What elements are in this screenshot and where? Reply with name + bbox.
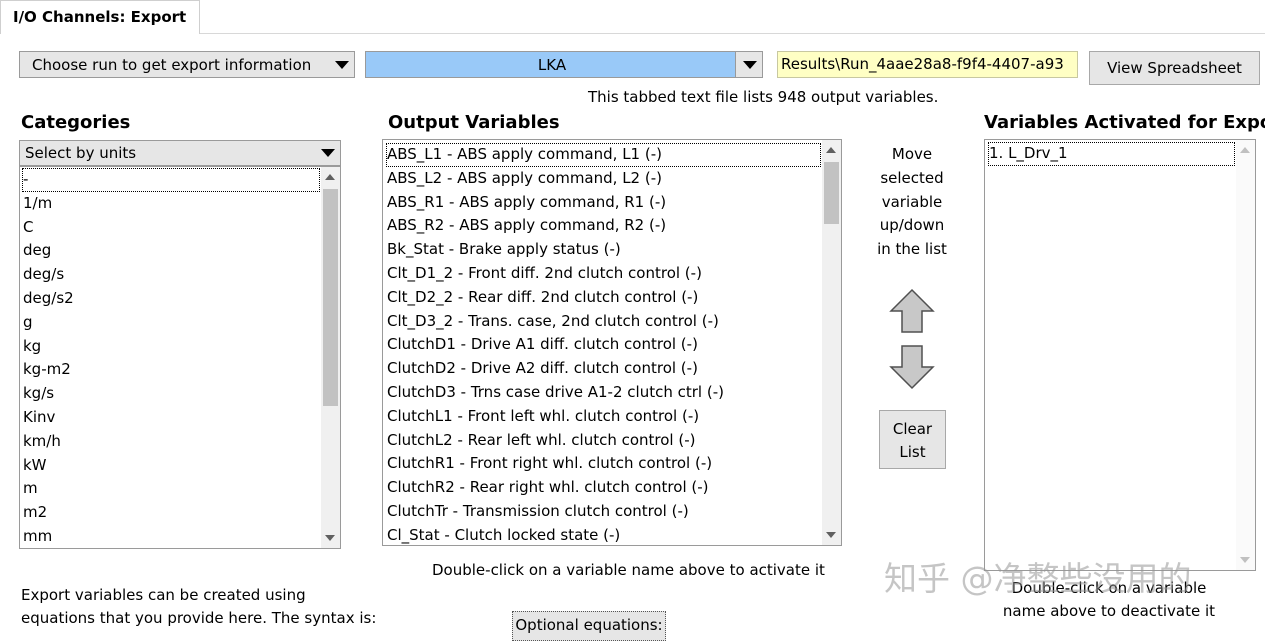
scroll-thumb[interactable] xyxy=(824,162,839,224)
activated-variables-list[interactable]: 1. L_Drv_1 xyxy=(984,139,1256,571)
run-name-dropdown[interactable]: LKA xyxy=(365,51,763,78)
move-text-line: variable xyxy=(881,192,943,211)
output-variable-item[interactable]: ClutchL2 - Rear left whl. clutch control… xyxy=(386,429,821,453)
category-item[interactable]: deg/s xyxy=(22,263,320,287)
output-variable-item[interactable]: ClutchL1 - Front left whl. clutch contro… xyxy=(386,405,821,429)
move-text-line: selected xyxy=(880,168,944,187)
output-variable-item[interactable]: ClutchD1 - Drive A1 diff. clutch control… xyxy=(386,333,821,357)
view-spreadsheet-button[interactable]: View Spreadsheet xyxy=(1089,51,1260,85)
category-item[interactable]: km/h xyxy=(22,430,320,454)
clear-list-label-line1: Clear xyxy=(892,420,933,438)
scroll-thumb[interactable] xyxy=(323,189,338,406)
category-item[interactable]: mm xyxy=(22,525,320,548)
chevron-down-icon xyxy=(328,52,354,77)
chevron-down-icon xyxy=(314,141,340,166)
category-item[interactable]: kg/s xyxy=(22,382,320,406)
output-variable-item[interactable]: ClutchD2 - Drive A2 diff. clutch control… xyxy=(386,357,821,381)
equations-description: Export variables can be created using eq… xyxy=(21,584,376,630)
output-variable-item[interactable]: ClutchTr - Transmission clutch control (… xyxy=(386,500,821,524)
info-text: This tabbed text file lists 948 output v… xyxy=(588,88,939,106)
tab-io-channels-export[interactable]: I/O Channels: Export xyxy=(0,0,200,34)
output-variable-item[interactable]: Bk_Stat - Brake apply status (-) xyxy=(386,238,821,262)
scroll-down-arrow-icon[interactable] xyxy=(325,535,335,541)
move-text-line: up/down xyxy=(879,216,945,235)
category-item[interactable]: kg-m2 xyxy=(22,358,320,382)
output-variable-item[interactable]: ABS_R1 - ABS apply command, R1 (-) xyxy=(386,191,821,215)
clear-list-label-line2: List xyxy=(899,443,926,461)
scroll-down-arrow-icon[interactable] xyxy=(826,532,836,538)
select-by-units-dropdown[interactable]: Select by units xyxy=(19,140,341,166)
categories-heading: Categories xyxy=(21,112,131,133)
category-item[interactable]: kg xyxy=(22,335,320,359)
activated-variables-heading: Variables Activated for Export xyxy=(984,112,1265,133)
output-variable-item[interactable]: ABS_L2 - ABS apply command, L2 (-) xyxy=(386,167,821,191)
run-select-dropdown[interactable]: Choose run to get export information xyxy=(19,51,355,78)
results-path-field[interactable]: Results\Run_4aae28a8-f9f4-4407-a93 xyxy=(777,51,1078,78)
output-variable-item[interactable]: ClutchR2 - Rear right whl. clutch contro… xyxy=(386,476,821,500)
output-variable-item[interactable]: Clt_D1_2 - Front diff. 2nd clutch contro… xyxy=(386,262,821,286)
select-by-units-value: Select by units xyxy=(25,144,137,162)
categories-scrollbar[interactable] xyxy=(321,167,340,548)
category-item[interactable]: m2 xyxy=(22,501,320,525)
category-item[interactable]: deg/s2 xyxy=(22,287,320,311)
run-name-value: LKA xyxy=(537,56,567,74)
output-variable-item[interactable]: Clt_D2_2 - Rear diff. 2nd clutch control… xyxy=(386,286,821,310)
move-text-line: Move xyxy=(891,145,933,163)
category-item[interactable]: - xyxy=(22,168,320,192)
category-item[interactable]: Kinv xyxy=(22,406,320,430)
scroll-up-arrow-icon[interactable] xyxy=(325,174,335,180)
optional-equations-button[interactable]: Optional equations: xyxy=(512,611,666,641)
scroll-up-arrow-icon[interactable] xyxy=(1240,147,1250,153)
category-item[interactable]: m xyxy=(22,477,320,501)
move-text-line: in the list xyxy=(877,240,947,259)
categories-list[interactable]: -1/m Cdeg deg/s deg/s2 g kg kg-m2 kg/s Kinv km/h k… xyxy=(19,166,341,549)
category-item[interactable]: 1/m xyxy=(22,192,320,216)
output-variable-item[interactable]: ABS_L1 - ABS apply command, L1 (-) xyxy=(386,143,821,167)
activated-variable-item[interactable]: 1. L_Drv_1 xyxy=(988,142,1235,166)
output-variables-heading: Output Variables xyxy=(388,112,560,133)
activated-hint-line2: name above to deactivate it xyxy=(1002,602,1216,620)
output-variable-item[interactable]: ClutchR1 - Front right whl. clutch contr… xyxy=(386,452,821,476)
output-variables-list[interactable]: ABS_L1 - ABS apply command, L1 (-) ABS_L2… xyxy=(382,139,842,546)
equations-text-line2: equations that you provide here. The syn… xyxy=(21,609,377,627)
category-item[interactable]: deg xyxy=(22,239,320,263)
run-select-value: Choose run to get export information xyxy=(32,56,312,74)
equations-text-line1: Export variables can be created using xyxy=(21,586,306,604)
scroll-up-arrow-icon[interactable] xyxy=(826,147,836,153)
chevron-down-icon xyxy=(735,52,762,77)
category-item[interactable]: g xyxy=(22,311,320,335)
output-variables-scrollbar[interactable] xyxy=(822,140,841,545)
output-variable-item[interactable]: Clt_D3_2 - Trans. case, 2nd clutch contr… xyxy=(386,310,821,334)
move-instructions: Move selected variable up/down in the li… xyxy=(862,143,962,262)
output-variables-hint: Double-click on a variable name above to… xyxy=(432,561,825,579)
output-variable-item[interactable]: ClutchD3 - Trns case drive A1-2 clutch c… xyxy=(386,381,821,405)
output-variable-item[interactable]: Cl_Stat - Clutch locked state (-) xyxy=(386,524,821,545)
category-item[interactable]: C xyxy=(22,216,320,240)
clear-list-button[interactable]: Clear List xyxy=(879,410,946,469)
activated-variables-scrollbar[interactable] xyxy=(1236,140,1255,570)
move-down-arrow-icon[interactable] xyxy=(889,344,935,390)
category-item[interactable]: kW xyxy=(22,454,320,478)
output-variable-item[interactable]: ABS_R2 - ABS apply command, R2 (-) xyxy=(386,214,821,238)
scroll-down-arrow-icon[interactable] xyxy=(1240,557,1250,563)
watermark-text: 知乎 @净整些没用的 xyxy=(884,559,1192,598)
move-up-arrow-icon[interactable] xyxy=(889,288,935,334)
